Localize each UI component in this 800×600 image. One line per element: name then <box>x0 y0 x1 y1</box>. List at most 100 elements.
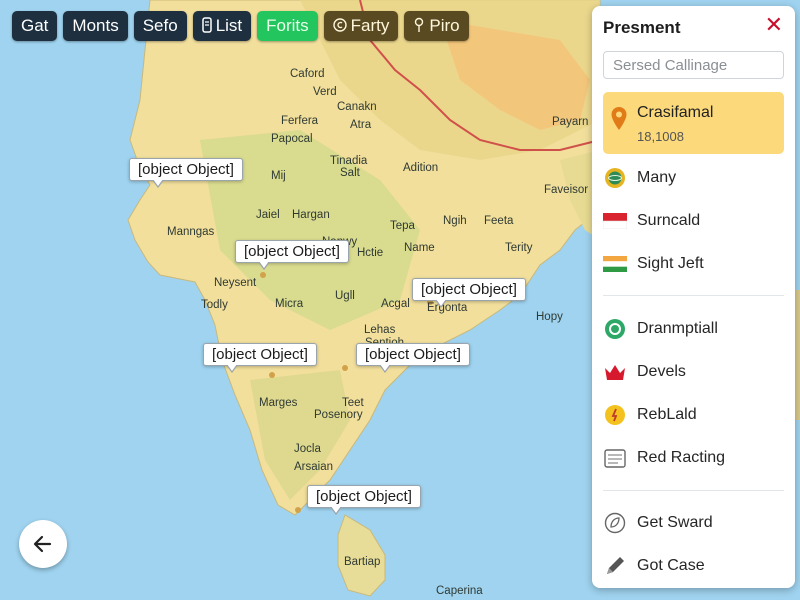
panel-item-devels[interactable]: Devels <box>603 357 784 387</box>
list-icon <box>603 446 627 470</box>
toolbar-button-list[interactable]: List <box>192 11 252 41</box>
map-callout[interactable]: [object Object] <box>129 158 243 188</box>
place-label: Hctie <box>357 247 384 259</box>
alert-icon <box>603 403 627 427</box>
place-label: Posenory <box>314 409 363 421</box>
place-label: Lehas <box>364 324 396 336</box>
place-label: Jocla <box>294 443 321 455</box>
pin-icon <box>413 17 425 35</box>
search-input[interactable] <box>603 51 784 79</box>
globe-icon <box>603 166 627 190</box>
panel-item-label: Got Case <box>637 557 705 574</box>
panel-item-dranmptiall[interactable]: Dranmptiall <box>603 314 784 344</box>
panel-item-red-racting[interactable]: Red Racting <box>603 443 784 473</box>
map-marker <box>269 372 275 378</box>
place-label: Mij <box>271 170 286 182</box>
selected-location-title: Crasifamal <box>637 104 714 121</box>
place-label: Ngih <box>443 215 467 227</box>
place-label: Faveisor <box>544 184 589 196</box>
panel-item-many[interactable]: Many <box>603 163 784 193</box>
badge-icon <box>603 317 627 341</box>
place-label: Acgal <box>381 298 410 310</box>
place-label: Tinadia <box>330 155 368 167</box>
toolbar-button-label: Forits <box>266 16 309 35</box>
place-label: Atra <box>350 119 372 131</box>
panel-item-label: Surncald <box>637 212 701 229</box>
toolbar-button-farty[interactable]: Farty <box>323 11 399 41</box>
place-label: Caperina <box>436 585 483 597</box>
toolbar-button-label: Monts <box>72 16 119 35</box>
map-callout[interactable]: [object Object] <box>307 485 421 515</box>
place-label: Todly <box>201 299 228 311</box>
panel-divider <box>603 490 784 491</box>
panel-item-label: Get Sward <box>637 514 713 531</box>
side-panel: Presment ✕ Crasifamal 18,1008 Many Surnc… <box>592 6 795 588</box>
toolbar-button-forits[interactable]: Forits <box>257 11 318 41</box>
toolbar-button-label: Farty <box>350 16 390 35</box>
place-label: Salt <box>340 167 360 179</box>
selected-location-card[interactable]: Crasifamal 18,1008 <box>603 92 784 154</box>
back-button[interactable] <box>19 520 67 568</box>
toolbar-button-sefo[interactable]: Sefo <box>133 11 187 41</box>
panel-item-label: Many <box>637 169 677 186</box>
place-label: Hargan <box>292 209 330 221</box>
place-label: Ferfera <box>281 115 319 127</box>
panel-title: Presment <box>603 18 681 37</box>
place-label: Papocal <box>271 133 313 145</box>
place-label: Tepa <box>390 220 415 232</box>
map-toolbar: Gat Monts Sefo List Forits Farty Piro <box>12 11 469 41</box>
panel-item-label: Devels <box>637 363 686 380</box>
toolbar-button-label: Gat <box>21 16 49 35</box>
map-callout[interactable]: [object Object] <box>203 343 317 373</box>
arrow-left-icon <box>33 535 52 553</box>
toolbar-button-label: List <box>215 16 243 35</box>
toolbar-button-piro[interactable]: Piro <box>404 11 469 41</box>
map-marker <box>260 272 266 278</box>
panel-item-got-case[interactable]: Got Case <box>603 551 784 581</box>
map-marker <box>295 507 301 513</box>
map-callout[interactable]: [object Object] <box>356 343 470 373</box>
panel-item-surncald[interactable]: Surncald <box>603 206 784 236</box>
panel-item-label: Dranmptiall <box>637 320 718 337</box>
place-label: Feeta <box>484 215 514 227</box>
close-icon[interactable]: ✕ <box>765 14 783 36</box>
map-callout[interactable]: [object Object] <box>412 278 526 308</box>
list-icon <box>201 17 212 35</box>
panel-item-label: Sight Jeft <box>637 255 704 272</box>
panel-item-sight-jeft[interactable]: Sight Jeft <box>603 249 784 279</box>
toolbar-button-gat[interactable]: Gat <box>12 11 58 41</box>
place-label: Arsaian <box>294 461 333 473</box>
crown-icon <box>603 360 627 384</box>
place-label: Jaiel <box>256 209 280 221</box>
place-label: Teet <box>342 397 364 409</box>
place-label: Caford <box>290 68 325 80</box>
place-label: Neysent <box>214 277 257 289</box>
selected-location-subtitle: 18,1008 <box>637 129 684 144</box>
place-label: Name <box>404 242 435 254</box>
toolbar-button-label: Piro <box>429 16 460 35</box>
location-pin-icon <box>610 106 628 137</box>
panel-item-reblald[interactable]: RebLald <box>603 400 784 430</box>
place-label: Ergonta <box>427 302 468 314</box>
toolbar-button-monts[interactable]: Monts <box>63 11 128 41</box>
copyright-icon <box>332 18 347 34</box>
panel-item-get-sward[interactable]: Get Sward <box>603 508 784 538</box>
place-label: Verd <box>313 86 337 98</box>
pen-icon <box>603 554 627 578</box>
map-callout[interactable]: [object Object] <box>235 240 349 270</box>
map-marker <box>342 365 348 371</box>
place-label: Ugll <box>335 290 355 302</box>
place-label: Terity <box>505 242 533 254</box>
flag-red-icon <box>603 209 627 233</box>
place-label: Marges <box>259 397 298 409</box>
panel-item-label: Red Racting <box>637 449 726 466</box>
place-label: Adition <box>403 162 439 174</box>
place-label: Micra <box>275 298 304 310</box>
flag-tricolor-icon <box>603 252 627 276</box>
toolbar-button-label: Sefo <box>142 16 178 35</box>
place-label: Hopy <box>536 311 563 323</box>
place-label: Payarn <box>552 116 589 128</box>
panel-item-label: RebLald <box>637 406 697 423</box>
place-label: Bartiap <box>344 556 381 568</box>
place-label: Canakn <box>337 101 377 113</box>
